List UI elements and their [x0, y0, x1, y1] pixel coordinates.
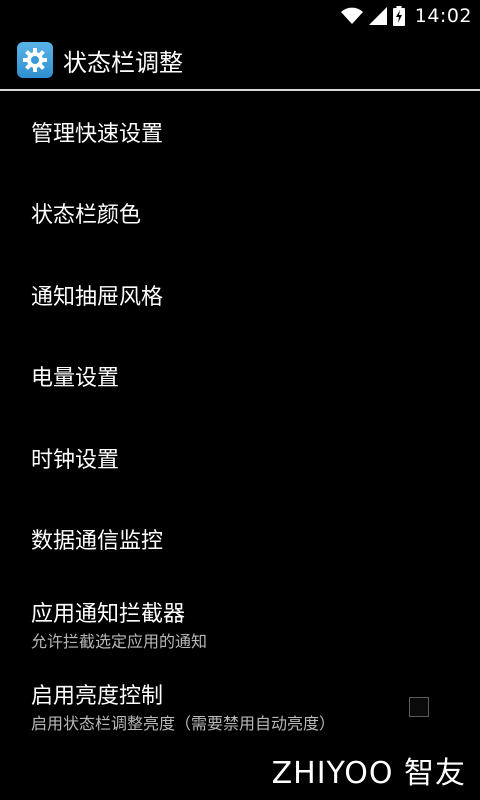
setting-label: 时钟设置 [31, 447, 120, 473]
setting-brightness-control[interactable]: 启用亮度控制 启用状态栏调整亮度（需要禁用自动亮度） [0, 662, 480, 744]
battery-charging-icon [392, 6, 405, 26]
signal-icon [368, 7, 387, 25]
setting-manage-quick-settings[interactable]: 管理快速设置 [0, 91, 480, 173]
brightness-control-checkbox[interactable] [409, 696, 429, 717]
setting-app-notification-blocker[interactable]: 应用通知拦截器 允许拦截选定应用的通知 [0, 580, 480, 662]
status-icons: 14:02 [340, 4, 472, 28]
setting-notification-drawer-style[interactable]: 通知抽屉风格 [0, 254, 480, 336]
wifi-icon [340, 7, 363, 25]
status-bar: 14:02 [0, 0, 480, 32]
settings-gear-icon[interactable] [17, 42, 53, 78]
setting-label: 启用亮度控制 [31, 683, 164, 709]
setting-clock[interactable]: 时钟设置 [0, 417, 480, 499]
page-title: 状态栏调整 [63, 48, 183, 77]
watermark: ZHIYOO 智友 [271, 756, 466, 791]
setting-data-traffic-monitor[interactable]: 数据通信监控 [0, 499, 480, 581]
setting-label: 应用通知拦截器 [31, 602, 186, 627]
setting-battery[interactable]: 电量设置 [0, 336, 480, 418]
setting-label: 通知抽屉风格 [31, 284, 164, 310]
setting-summary: 允许拦截选定应用的通知 [31, 632, 208, 651]
setting-label: 管理快速设置 [31, 121, 164, 147]
action-bar: 状态栏调整 [0, 32, 480, 88]
setting-label: 数据通信监控 [31, 529, 164, 555]
setting-label: 状态栏颜色 [31, 203, 142, 229]
setting-status-bar-color[interactable]: 状态栏颜色 [0, 173, 480, 255]
status-clock: 14:02 [414, 5, 472, 27]
setting-label: 电量设置 [31, 366, 120, 392]
setting-summary: 启用状态栏调整亮度（需要禁用自动亮度） [31, 713, 336, 733]
settings-list: 管理快速设置 状态栏颜色 通知抽屉风格 电量设置 时钟设置 数据通信监控 应用通… [0, 91, 480, 743]
